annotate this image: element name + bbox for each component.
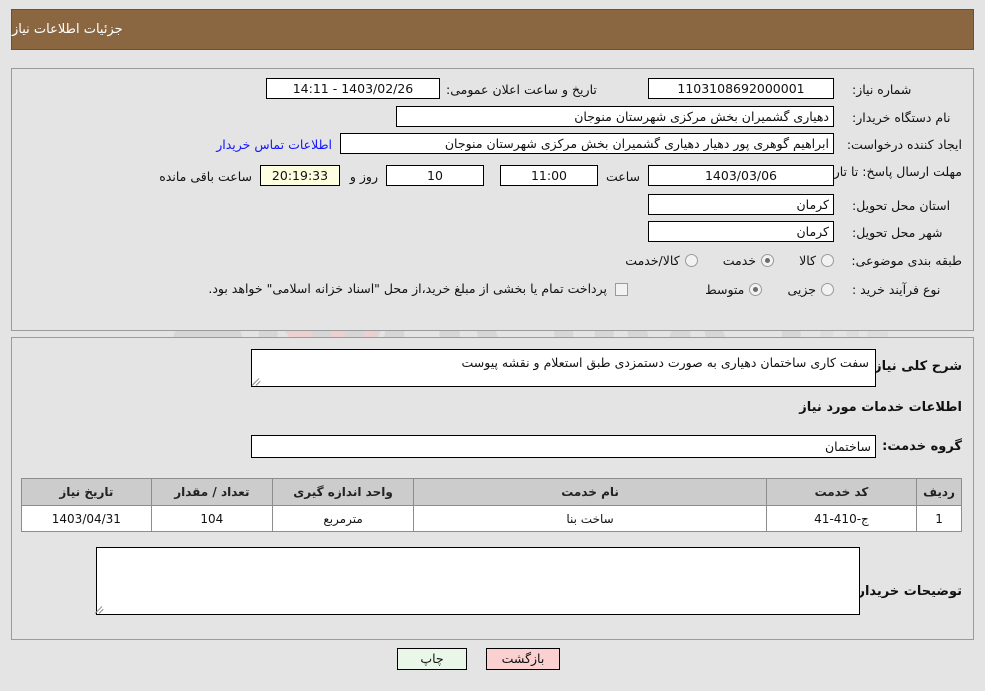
th-need-date: تاریخ نیاز (21, 478, 152, 506)
service-group-label: گروه خدمت: (882, 439, 962, 454)
deadline-hour-label: ساعت (605, 169, 640, 184)
process-option-minor-label: جزیی (787, 282, 816, 297)
category-option-goods-label: کالا (799, 253, 816, 268)
response-deadline-label: مهلت ارسال پاسخ: تا تاریخ: (817, 164, 962, 179)
table-header-row: ردیف کد خدمت نام خدمت واحد اندازه گیری ت… (21, 478, 962, 506)
treasury-bonds-checkbox[interactable] (615, 283, 628, 296)
process-option-medium-label: متوسط (705, 282, 745, 297)
request-creator-value: ابراهیم گوهری پور دهیار دهیاری گشمیران ب… (340, 133, 834, 154)
radio-goods-service-icon[interactable] (684, 254, 698, 267)
subject-category-label: طبقه بندی موضوعی: (851, 253, 962, 268)
th-service-code: کد خدمت (765, 478, 918, 506)
services-section-heading: اطلاعات خدمات مورد نیاز (799, 400, 962, 415)
td-unit: مترمربع (271, 505, 415, 532)
page-header-bar: جزئیات اطلاعات نیاز (11, 9, 974, 50)
remaining-suffix-label: ساعت باقی مانده (159, 169, 252, 184)
announcement-datetime-value: 1403/02/26 - 14:11 (266, 78, 440, 99)
process-option-medium[interactable]: متوسط (705, 282, 763, 297)
td-need-date: 1403/04/31 (21, 505, 152, 532)
th-service-name: نام خدمت (413, 478, 767, 506)
treasury-bonds-label: پرداخت تمام یا بخشی از مبلغ خرید،از محل … (208, 281, 607, 296)
buyer-contact-link[interactable]: اطلاعات تماس خریدار (216, 137, 332, 152)
td-service-code: ج-410-41 (765, 505, 918, 532)
purchase-process-radio-group: جزیی متوسط (685, 281, 834, 300)
delivery-province-label: استان محل تحویل: (852, 198, 951, 213)
category-option-service-label: خدمت (722, 253, 757, 268)
days-remaining-value: 10 (386, 165, 484, 186)
table-row: 1 ج-410-41 ساخت بنا مترمربع 104 1403/04/… (21, 505, 962, 532)
buyer-notes-label: توضیحات خریدار: (852, 584, 962, 599)
print-button[interactable]: چاپ (397, 648, 467, 670)
general-description-textarea[interactable]: سفت کاری ساختمان دهیاری به صورت دستمزدی … (251, 349, 876, 387)
deadline-time-value: 11:00 (500, 165, 598, 186)
need-number-value: 1103108692000001 (648, 78, 834, 99)
request-creator-label: ایجاد کننده درخواست: (846, 137, 962, 152)
purchase-process-label: نوع فرآیند خرید : (852, 282, 941, 297)
radio-goods-icon[interactable] (821, 254, 834, 267)
th-quantity: تعداد / مقدار (150, 478, 273, 506)
need-details-panel: شرح کلی نیاز: سفت کاری ساختمان دهیاری به… (11, 337, 974, 640)
radio-medium-icon[interactable] (749, 283, 763, 296)
general-description-label: شرح کلی نیاز: (868, 359, 962, 374)
delivery-province-value: کرمان (648, 194, 834, 215)
countdown-timer: 20:19:33 (260, 165, 340, 186)
category-option-service[interactable]: خدمت (722, 253, 775, 268)
process-option-minor[interactable]: جزیی (787, 282, 834, 297)
need-number-label: شماره نیاز: (852, 82, 912, 97)
services-table: ردیف کد خدمت نام خدمت واحد اندازه گیری ت… (21, 478, 962, 532)
need-summary-panel: شماره نیاز: 1103108692000001 تاریخ و ساع… (11, 68, 974, 331)
delivery-city-label: شهر محل تحویل: (852, 225, 943, 240)
back-button[interactable]: بازگشت (486, 648, 560, 670)
delivery-city-value: کرمان (648, 221, 834, 242)
announcement-datetime-label: تاریخ و ساعت اعلان عمومی: (446, 82, 597, 97)
page-title: جزئیات اطلاعات نیاز (12, 22, 123, 37)
radio-minor-icon[interactable] (821, 283, 834, 296)
service-group-value: ساختمان (251, 435, 876, 458)
category-option-goods[interactable]: کالا (799, 253, 834, 268)
td-service-name: ساخت بنا (413, 505, 767, 532)
category-option-goods-service[interactable]: کالا/خدمت (625, 253, 698, 268)
buyer-organization-label: نام دستگاه خریدار: (852, 110, 951, 125)
subject-category-radio-group: کالا خدمت کالا/خدمت (605, 252, 834, 271)
deadline-date-value: 1403/03/06 (648, 165, 834, 186)
category-option-goods-service-label: کالا/خدمت (625, 253, 680, 268)
th-row-number: ردیف (916, 478, 962, 506)
radio-service-icon[interactable] (761, 254, 775, 267)
days-word-label: روز و (349, 169, 378, 184)
buyer-notes-textarea[interactable] (96, 547, 860, 615)
td-row-number: 1 (916, 505, 962, 532)
buyer-organization-value: دهیاری گشمیران بخش مرکزی شهرستان منوجان (396, 106, 834, 127)
th-unit: واحد اندازه گیری (271, 478, 415, 506)
td-quantity: 104 (150, 505, 273, 532)
